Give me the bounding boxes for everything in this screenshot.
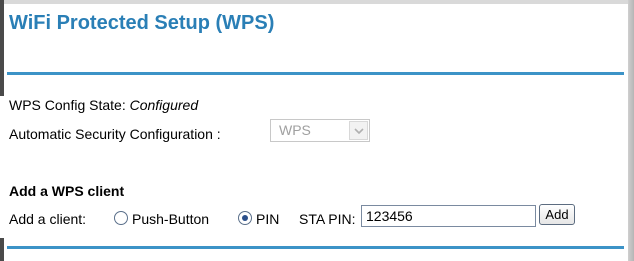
auto-security-selected-value: WPS xyxy=(279,122,311,138)
bottom-divider xyxy=(7,246,624,249)
frame-right-border xyxy=(628,0,634,261)
dropdown-button[interactable] xyxy=(349,121,368,140)
title-divider xyxy=(7,72,624,75)
add-wps-client-heading: Add a WPS client xyxy=(9,183,125,199)
auto-security-label: Automatic Security Configuration : xyxy=(9,126,221,142)
frame-left-border-bottom xyxy=(0,238,4,261)
sta-pin-input[interactable] xyxy=(361,205,536,227)
add-button[interactable]: Add xyxy=(539,204,575,225)
frame-top-border xyxy=(0,0,634,4)
wps-config-state-value: Configured xyxy=(129,97,199,113)
frame-left-border-top xyxy=(0,0,4,96)
page-title: WiFi Protected Setup (WPS) xyxy=(9,12,275,34)
wps-config-state-label: WPS Config State: xyxy=(9,97,126,113)
pin-radio-label[interactable]: PIN xyxy=(256,211,279,227)
sta-pin-label: STA PIN: xyxy=(299,211,356,227)
chevron-down-icon xyxy=(354,128,364,134)
auto-security-select[interactable]: WPS xyxy=(270,119,370,142)
wps-config-state: WPS Config State: Configured xyxy=(9,97,198,113)
pin-radio[interactable] xyxy=(238,211,252,225)
push-button-radio[interactable] xyxy=(114,211,128,225)
push-button-radio-label[interactable]: Push-Button xyxy=(132,211,209,227)
add-client-label: Add a client: xyxy=(9,211,87,227)
